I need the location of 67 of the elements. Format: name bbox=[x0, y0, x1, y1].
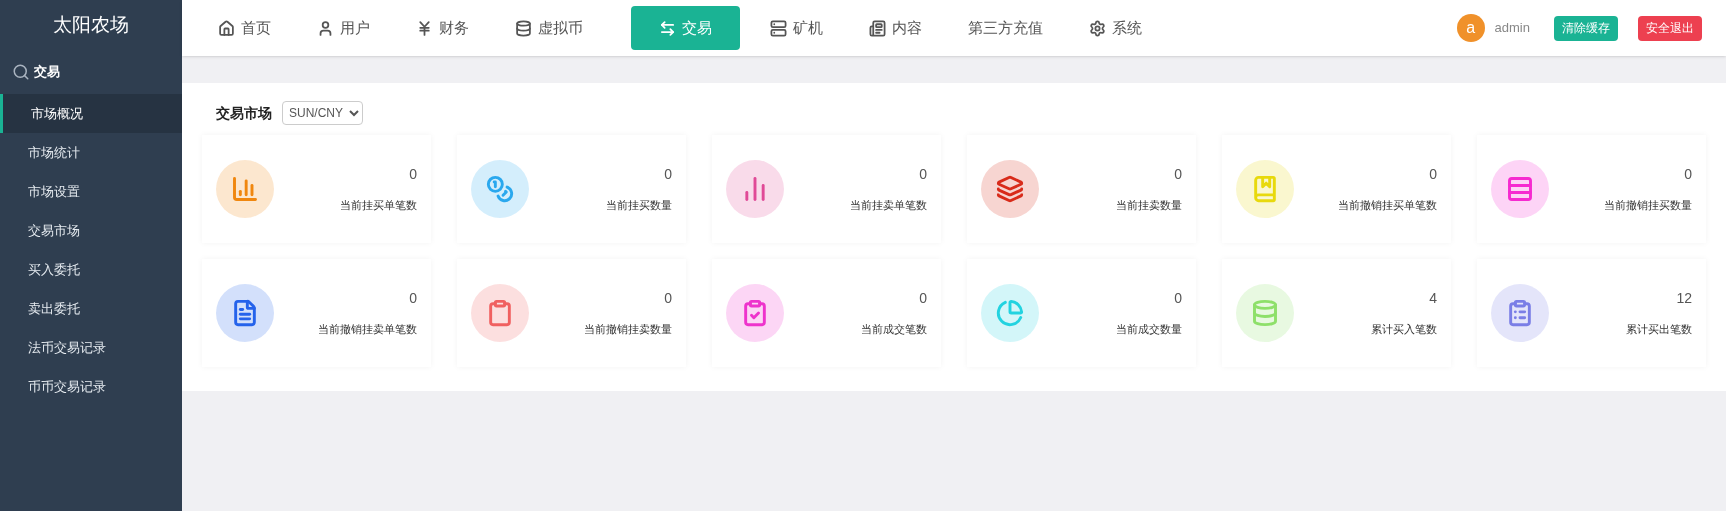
stat-label: 当前挂卖数量 bbox=[1116, 198, 1182, 214]
user-icon bbox=[317, 19, 334, 37]
stat-label: 当前撤销挂买数量 bbox=[1604, 198, 1692, 214]
layers-icon bbox=[996, 175, 1024, 203]
document-icon bbox=[869, 19, 886, 37]
rows-icon bbox=[1506, 175, 1534, 203]
sidebar-item[interactable]: 法币交易记录 bbox=[0, 328, 182, 367]
stat-value: 0 bbox=[1174, 289, 1182, 309]
nav-tab[interactable]: 虚拟币 bbox=[503, 6, 595, 50]
nav-tab[interactable]: 内容 bbox=[857, 6, 934, 50]
database-icon bbox=[1251, 299, 1279, 327]
stat-value: 0 bbox=[409, 289, 417, 309]
stat-label: 当前挂买单笔数 bbox=[340, 198, 417, 214]
clipboard-list-icon bbox=[1506, 299, 1534, 327]
bar-chart-icon bbox=[231, 175, 259, 203]
clipboard-icon bbox=[486, 299, 514, 327]
pair-select[interactable]: SUN/CNY bbox=[282, 101, 363, 125]
pie-chart-icon bbox=[996, 299, 1024, 327]
server-icon bbox=[770, 19, 787, 37]
nav-tab[interactable]: 系统 bbox=[1077, 6, 1154, 50]
nav-tab[interactable]: 矿机 bbox=[758, 6, 835, 50]
stat-value: 0 bbox=[919, 289, 927, 309]
stat-label: 当前成交数量 bbox=[1116, 322, 1182, 338]
home-icon bbox=[218, 19, 235, 37]
sidebar-item[interactable]: 市场设置 bbox=[0, 172, 182, 211]
header-button[interactable]: 安全退出 bbox=[1638, 15, 1702, 41]
stat-label: 当前挂卖单笔数 bbox=[850, 198, 927, 214]
section-heading: 交易市场 bbox=[216, 103, 272, 123]
nav-tab[interactable]: 第三方充值 bbox=[956, 6, 1055, 50]
sidebar-item[interactable]: 市场概况 bbox=[0, 94, 182, 133]
avatar: a bbox=[1456, 14, 1485, 42]
stat-label: 当前成交笔数 bbox=[861, 322, 927, 338]
coins-icon bbox=[486, 175, 514, 203]
coin-stack-icon bbox=[515, 19, 532, 37]
sidebar-item[interactable]: 市场统计 bbox=[0, 133, 182, 172]
stat-value: 0 bbox=[919, 165, 927, 185]
document-icon bbox=[231, 299, 259, 327]
stat-label: 当前撤销挂买单笔数 bbox=[1338, 198, 1437, 214]
nav-tab[interactable]: 首页 bbox=[206, 6, 283, 50]
search-icon bbox=[12, 63, 30, 81]
settings-icon bbox=[1089, 19, 1106, 37]
app-title: 太阳农场 bbox=[53, 12, 129, 37]
sidebar-item[interactable]: 卖出委托 bbox=[0, 289, 182, 328]
stat-value: 0 bbox=[409, 165, 417, 185]
stat-value: 0 bbox=[664, 289, 672, 309]
stat-value: 0 bbox=[1174, 165, 1182, 185]
stat-label: 累计买入笔数 bbox=[1371, 322, 1437, 338]
exchange-icon bbox=[659, 19, 676, 37]
stat-label: 累计买出笔数 bbox=[1626, 322, 1692, 338]
stat-label: 当前挂买数量 bbox=[606, 198, 672, 214]
clipboard-check-icon bbox=[741, 299, 769, 327]
sidebar-item[interactable]: 买入委托 bbox=[0, 250, 182, 289]
section-title: 交易 bbox=[34, 63, 60, 82]
sidebar-item[interactable]: 币币交易记录 bbox=[0, 367, 182, 406]
nav-tab[interactable]: 用户 bbox=[305, 6, 382, 50]
yen-icon bbox=[416, 19, 433, 37]
bookmark-icon bbox=[1251, 175, 1279, 203]
stat-value: 0 bbox=[664, 165, 672, 185]
username: admin bbox=[1494, 19, 1530, 38]
nav-tab[interactable]: 财务 bbox=[404, 6, 481, 50]
stat-value: 12 bbox=[1676, 289, 1692, 309]
stat-value: 0 bbox=[1684, 165, 1692, 185]
sidebar-item[interactable]: 交易市场 bbox=[0, 211, 182, 250]
stat-label: 当前撤销挂卖单笔数 bbox=[318, 322, 417, 338]
stat-label: 当前撤销挂卖数量 bbox=[584, 322, 672, 338]
stat-value: 4 bbox=[1429, 289, 1437, 309]
stat-value: 0 bbox=[1429, 165, 1437, 185]
